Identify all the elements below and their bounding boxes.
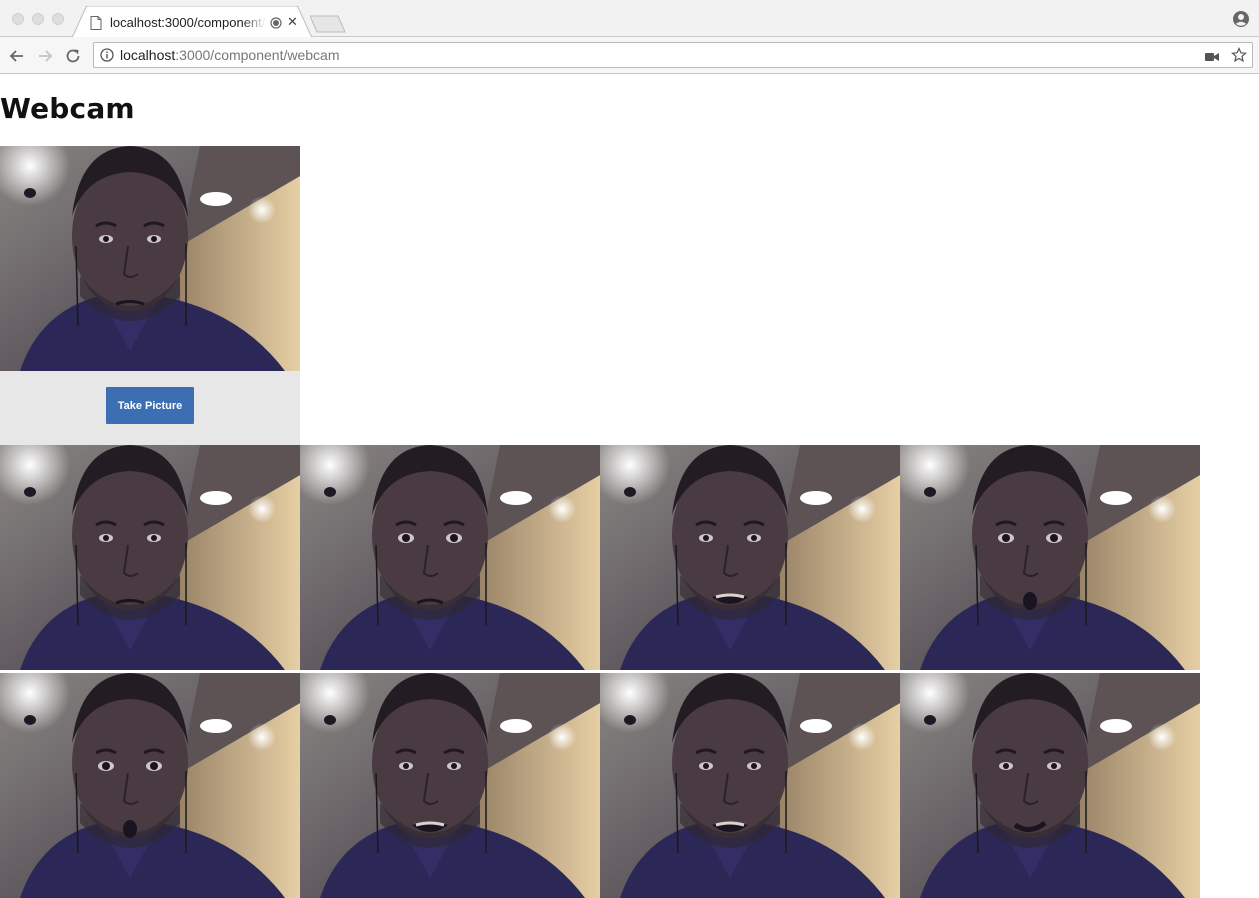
url-text[interactable]: localhost:3000/component/webcam: [120, 47, 339, 63]
page-icon: [90, 16, 102, 35]
address-bar[interactable]: localhost:3000/component/webcam: [93, 42, 1253, 68]
camera-icon[interactable]: [1205, 49, 1219, 67]
zoom-window-button[interactable]: [52, 13, 64, 25]
browser-toolbar: localhost:3000/component/webcam: [0, 37, 1259, 74]
webcam-panel: Take Picture: [0, 146, 300, 445]
url-path: :3000/component/webcam: [175, 47, 340, 63]
close-window-button[interactable]: [12, 13, 24, 25]
captured-photo: [900, 673, 1200, 898]
captured-photo: [600, 445, 900, 670]
tab-title: localhost:3000/component/webcam: [110, 15, 266, 30]
browser-tab[interactable]: localhost:3000/component/webcam ✕: [72, 6, 312, 38]
captured-photo: [300, 445, 600, 670]
url-host: localhost: [120, 47, 176, 63]
info-icon[interactable]: [100, 48, 114, 67]
take-picture-button[interactable]: Take Picture: [106, 387, 194, 424]
recording-icon: [270, 16, 282, 34]
captured-photo: [600, 673, 900, 898]
new-tab-button[interactable]: [309, 15, 346, 38]
captured-photo: [300, 673, 600, 898]
captured-photo: [0, 673, 300, 898]
reload-icon[interactable]: [63, 46, 83, 66]
back-arrow-icon[interactable]: [7, 46, 27, 66]
close-tab-icon[interactable]: ✕: [287, 15, 298, 29]
captured-photo: [900, 445, 1200, 670]
captured-photo: [0, 445, 300, 670]
bookmark-star-icon[interactable]: [1231, 47, 1247, 68]
tab-strip: localhost:3000/component/webcam ✕: [0, 0, 1259, 38]
forward-arrow-icon[interactable]: [35, 46, 55, 66]
page-title: Webcam: [0, 92, 135, 125]
page-content: Webcam Take Picture: [0, 75, 1259, 898]
live-webcam-feed: [0, 146, 300, 371]
profile-icon[interactable]: [1232, 10, 1250, 33]
minimize-window-button[interactable]: [32, 13, 44, 25]
